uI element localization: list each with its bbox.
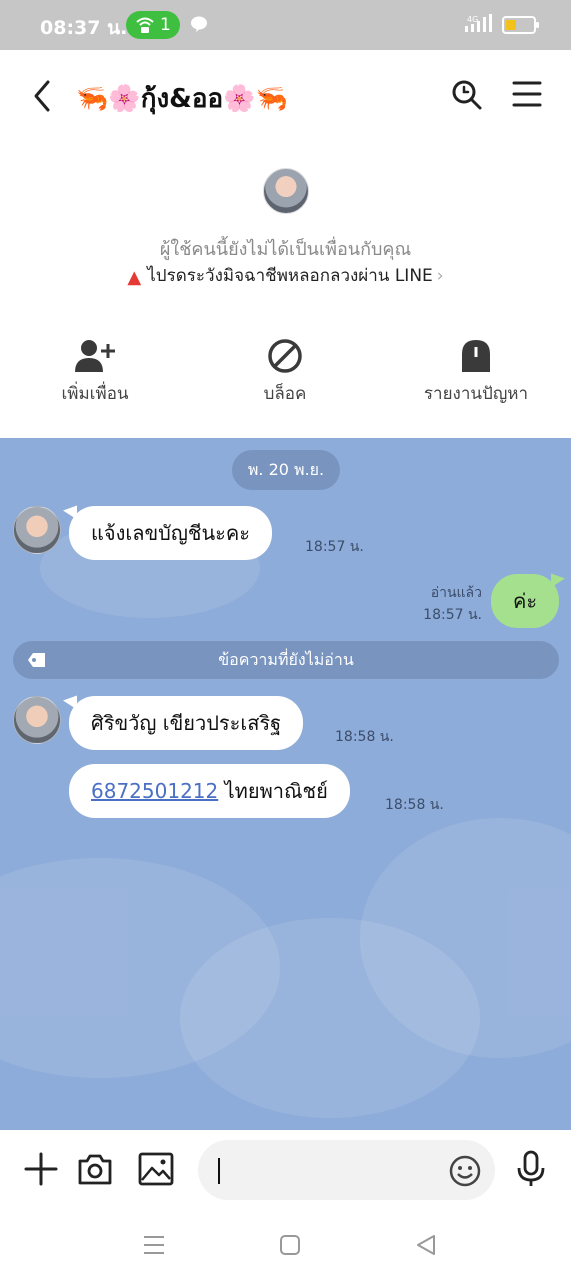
unread-separator: ข้อความที่ยังไม่อ่าน	[13, 641, 559, 679]
friend-actions: เพิ่มเพื่อน บล็อค รายงานปัญหา	[0, 300, 571, 438]
my-message-bubble[interactable]: ค่ะ	[491, 574, 559, 628]
message-text: แจ้งเลขบัญชีนะคะ	[91, 521, 250, 545]
hotspot-count: 1	[160, 15, 171, 35]
message-time: 18:58 น.	[335, 729, 394, 745]
unread-label: ข้อความที่ยังไม่อ่าน	[218, 650, 354, 669]
status-bar: 08:37 น. 1 4G	[0, 0, 571, 50]
signal-icon: 4G	[465, 14, 492, 32]
profile-avatar[interactable]	[263, 168, 309, 214]
recent-apps-icon[interactable]	[142, 1234, 166, 1256]
add-friend-label: เพิ่มเพื่อน	[61, 384, 129, 404]
back-arrow-icon[interactable]	[28, 76, 58, 116]
message-time: 18:58 น.	[385, 797, 444, 813]
report-icon	[462, 340, 490, 372]
battery-icon	[502, 16, 539, 34]
block-label: บล็อค	[263, 384, 307, 404]
image-icon[interactable]	[138, 1152, 174, 1186]
plus-icon[interactable]	[24, 1152, 58, 1186]
microphone-icon[interactable]	[516, 1150, 546, 1188]
svg-text:4G: 4G	[467, 15, 478, 24]
message-input-bar	[0, 1130, 571, 1210]
hotspot-pill: 1	[126, 11, 180, 39]
sender-avatar[interactable]	[13, 506, 61, 554]
emoji-icon[interactable]	[448, 1154, 482, 1188]
message-bubble[interactable]: แจ้งเลขบัญชีนะคะ	[69, 506, 272, 560]
report-button[interactable]: รายงานปัญหา	[391, 338, 561, 407]
message-time: 18:57 น.	[305, 539, 364, 555]
message-text: ศิริขวัญ เขียวประเสริฐ	[91, 711, 282, 735]
account-number-link[interactable]: 6872501212	[91, 779, 218, 803]
add-friend-icon	[75, 340, 115, 372]
block-button[interactable]: บล็อค	[200, 338, 370, 407]
status-time: 08:37 น.	[40, 17, 128, 39]
camera-icon[interactable]	[77, 1152, 113, 1186]
search-icon[interactable]	[450, 78, 484, 112]
message-bubble[interactable]: ศิริขวัญ เขียวประเสริฐ	[69, 696, 304, 750]
chat-header: 🦐🌸กุ้ง&ออ🌸🦐	[0, 50, 571, 140]
message-text: ค่ะ	[512, 589, 538, 613]
chevron-right-icon: ›	[436, 266, 444, 286]
warning-icon: ▲	[127, 267, 142, 288]
message-bubble[interactable]: 6872501212 ไทยพาณิชย์	[69, 764, 350, 818]
sender-avatar[interactable]	[13, 696, 61, 744]
tag-icon	[28, 653, 45, 667]
fraud-warning-text: ไปรดระวังมิจฉาชีพหลอกลวงผ่าน LINE	[147, 266, 433, 286]
fraud-warning-link[interactable]: ▲ ไปรดระวังมิจฉาชีพหลอกลวงผ่าน LINE ›	[0, 262, 571, 289]
chat-title: 🦐🌸กุ้ง&ออ🌸🦐	[76, 84, 288, 114]
not-friend-notice: ผู้ใช้คนนี้ยังไม่ได้เป็นเพื่อนกับคุณ	[159, 239, 412, 260]
message-input[interactable]	[198, 1140, 495, 1200]
nav-back-icon[interactable]	[415, 1234, 437, 1256]
add-friend-button[interactable]: เพิ่มเพื่อน	[10, 338, 180, 407]
menu-icon[interactable]	[512, 80, 542, 108]
system-nav-bar	[0, 1210, 571, 1280]
chat-area[interactable]: พ. 20 พ.ย. แจ้งเลขบัญชีนะคะ 18:57 น. อ่า…	[0, 438, 571, 1130]
line-app-icon	[191, 16, 207, 32]
message-text: ไทยพาณิชย์	[218, 779, 328, 803]
report-label: รายงานปัญหา	[423, 384, 529, 404]
message-time: 18:57 น.	[423, 607, 482, 623]
wifi-icon	[136, 17, 154, 33]
home-icon[interactable]	[279, 1234, 301, 1256]
profile-section: ผู้ใช้คนนี้ยังไม่ได้เป็นเพื่อนกับคุณ ▲ ไป…	[0, 140, 571, 300]
block-icon	[268, 339, 302, 373]
date-separator: พ. 20 พ.ย.	[232, 450, 340, 490]
read-receipt: อ่านแล้ว	[430, 585, 482, 601]
